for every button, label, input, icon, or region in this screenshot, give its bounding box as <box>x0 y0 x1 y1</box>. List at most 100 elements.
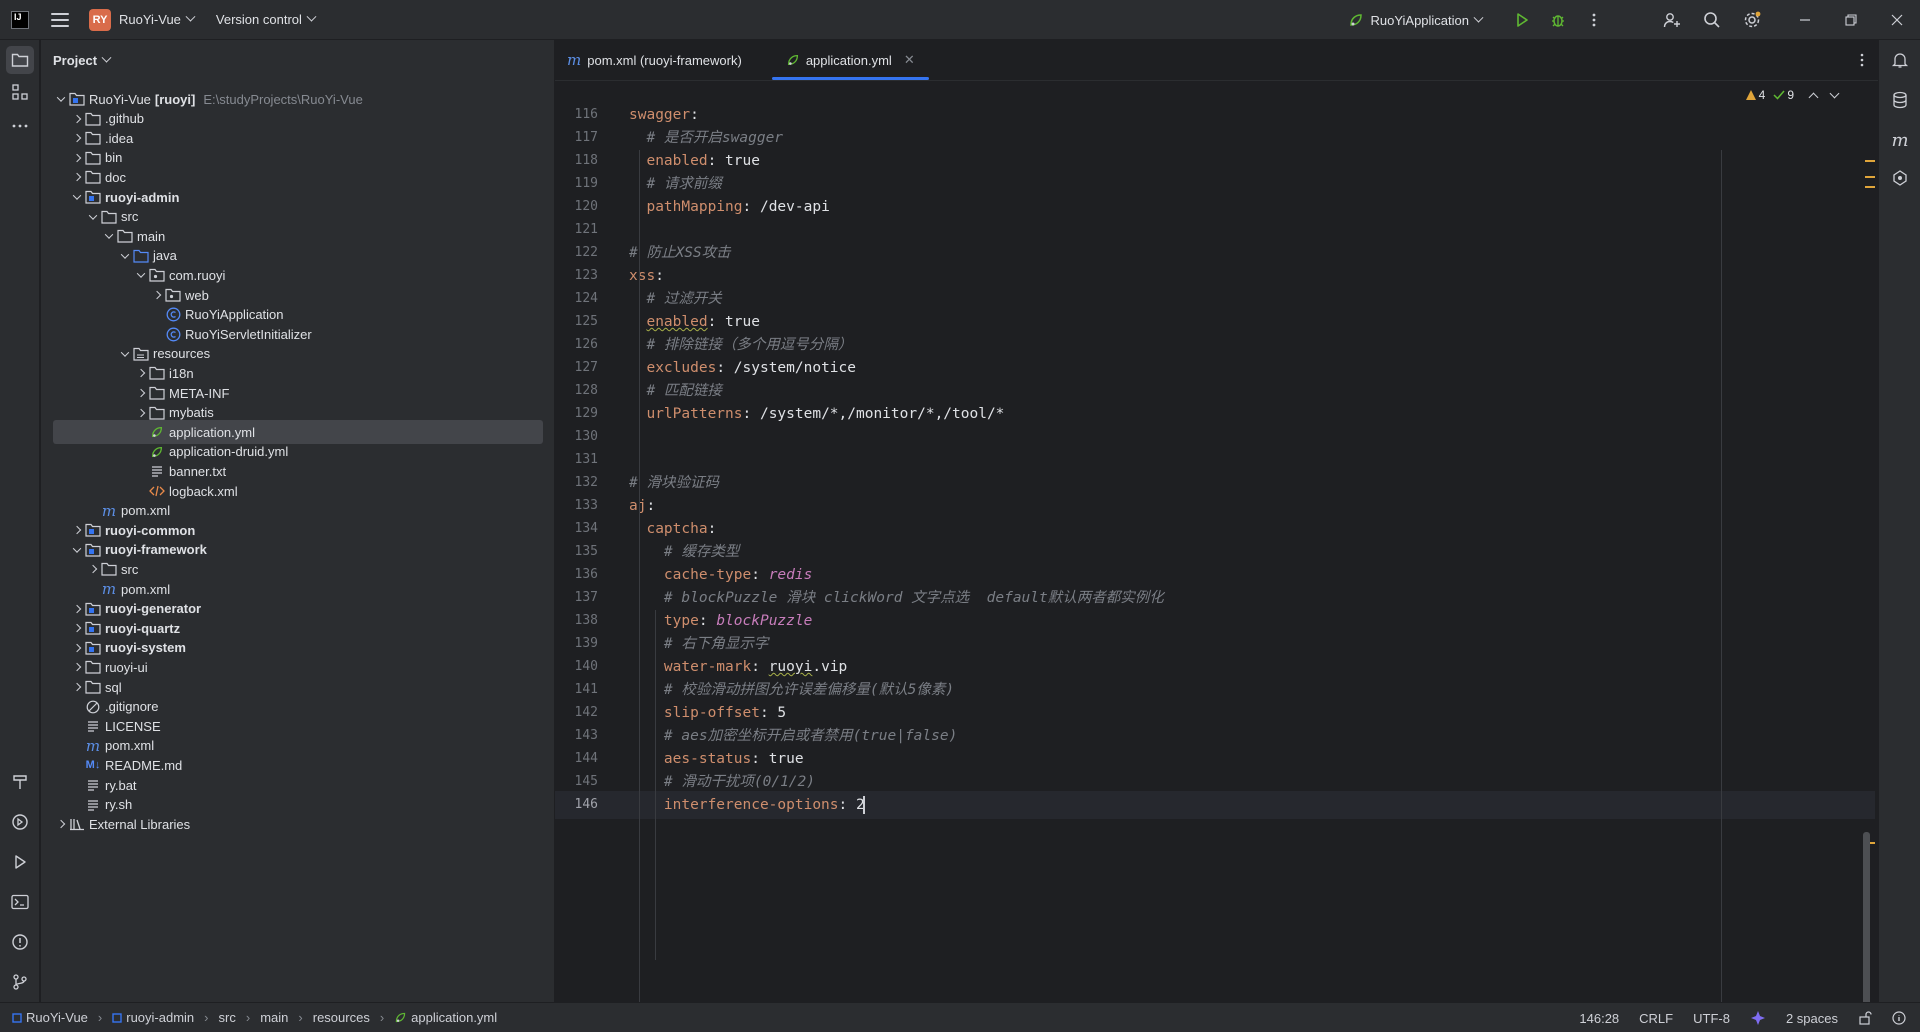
chevron-right-icon[interactable] <box>69 169 85 185</box>
chevron-down-icon[interactable] <box>85 209 101 225</box>
close-tab-icon[interactable]: ✕ <box>904 52 915 68</box>
git-tool-button[interactable] <box>6 968 34 996</box>
code-line[interactable]: pathMapping: /dev-api <box>629 193 829 221</box>
more-actions-button[interactable] <box>1576 0 1612 40</box>
tree-item-label: .github <box>105 111 145 127</box>
warning-marker[interactable] <box>1865 186 1875 188</box>
ai-status-button[interactable] <box>1740 1010 1776 1026</box>
tab-pom-xml[interactable]: m pom.xml (ruoyi-framework) <box>555 40 772 80</box>
database-button[interactable] <box>1886 86 1914 114</box>
tree-item[interactable]: External Libraries <box>41 812 543 836</box>
folder-icon <box>149 385 165 401</box>
warning-marker[interactable] <box>1865 176 1875 178</box>
chevron-right-icon[interactable] <box>69 659 85 675</box>
crumb-resources[interactable]: resources <box>313 1010 370 1025</box>
tree-item-label: web <box>185 287 209 303</box>
crumb-main[interactable]: main <box>260 1010 288 1025</box>
chevron-right-icon[interactable] <box>149 287 165 303</box>
crumb-file[interactable]: application.yml <box>394 1010 497 1025</box>
chevron-right-icon[interactable] <box>133 405 149 421</box>
text-caret <box>862 796 865 814</box>
tab-actions-button[interactable] <box>1854 40 1870 80</box>
maven-button[interactable]: m <box>1886 126 1914 154</box>
yaml-spring-icon <box>395 1012 406 1023</box>
indent-setting[interactable]: 2 spaces <box>1776 1011 1848 1026</box>
chevron-down-icon[interactable] <box>117 248 133 264</box>
ai-assistant-icon <box>1893 170 1907 186</box>
more-vertical-icon <box>1860 53 1864 67</box>
chevron-right-icon: › <box>204 1010 209 1025</box>
crumb-module[interactable]: ruoyi-admin <box>112 1010 194 1025</box>
notifications-button[interactable] <box>1886 46 1914 74</box>
chevron-right-icon[interactable] <box>133 385 149 401</box>
maven-icon: m <box>85 736 101 755</box>
chevron-down-icon[interactable] <box>133 267 149 283</box>
chevron-right-icon[interactable] <box>69 620 85 636</box>
main-menu-icon[interactable] <box>51 12 69 27</box>
services-tool-button[interactable] <box>6 808 34 836</box>
vcs-menu[interactable]: Version control <box>216 11 317 27</box>
chevron-down-icon[interactable] <box>117 346 133 362</box>
build-tool-button[interactable] <box>6 768 34 796</box>
restore-button[interactable] <box>1828 0 1874 40</box>
read-only-toggle[interactable] <box>1848 1011 1882 1025</box>
run-config-selector[interactable]: RuoYiApplication <box>1348 12 1484 28</box>
chevron-right-icon[interactable] <box>69 601 85 617</box>
problems-tool-button[interactable] <box>6 928 34 956</box>
line-separator[interactable]: CRLF <box>1629 1011 1683 1026</box>
terminal-tool-button[interactable] <box>6 888 34 916</box>
chevron-down-icon[interactable] <box>69 189 85 205</box>
run-tool-button[interactable] <box>6 848 34 876</box>
tree-item-label: ruoyi-ui <box>105 659 148 675</box>
folder-icon <box>149 405 165 421</box>
chevron-right-icon[interactable] <box>53 816 69 832</box>
ai-assistant-button[interactable] <box>1886 164 1914 192</box>
chevron-right-icon[interactable] <box>69 679 85 695</box>
tree-item-label: RuoYiServletInitializer <box>185 326 312 342</box>
search-everywhere-button[interactable] <box>1692 0 1732 40</box>
module-icon <box>85 189 101 205</box>
module-icon <box>112 1012 122 1023</box>
settings-button[interactable] <box>1732 0 1772 40</box>
editor-scrollbar[interactable] <box>1863 832 1870 1022</box>
code-editor[interactable]: swagger: # 是否开启swagger enabled: true # 请… <box>629 81 1868 1002</box>
file-encoding[interactable]: UTF-8 <box>1683 1011 1740 1026</box>
code-line[interactable]: interference-options: 2 <box>629 791 865 819</box>
tab-application-yml[interactable]: application.yml ✕ <box>771 40 929 80</box>
chevron-right-icon[interactable] <box>69 522 85 538</box>
chevron-right-icon[interactable] <box>85 561 101 577</box>
warning-marker[interactable] <box>1865 160 1875 162</box>
close-window-button[interactable] <box>1874 0 1920 40</box>
tree-item-label: ruoyi-admin <box>105 189 180 205</box>
code-with-me-button[interactable] <box>1652 0 1692 40</box>
database-icon <box>1893 91 1907 109</box>
run-config-name: RuoYiApplication <box>1370 12 1469 28</box>
chevron-down-icon[interactable] <box>101 228 117 244</box>
caret-position[interactable]: 146:28 <box>1569 1011 1629 1026</box>
tree-item-label: RuoYiApplication <box>185 307 284 323</box>
chevron-right-icon[interactable] <box>69 130 85 146</box>
project-switcher[interactable]: RuoYi-Vue <box>119 11 196 27</box>
chevron-down-icon[interactable] <box>69 542 85 558</box>
chevron-right-icon[interactable] <box>133 365 149 381</box>
structure-tool-button[interactable] <box>6 78 34 106</box>
run-button[interactable] <box>1504 0 1540 40</box>
chevron-right-icon[interactable] <box>69 640 85 656</box>
debug-icon <box>1552 15 1564 27</box>
event-log-button[interactable] <box>1882 1011 1910 1025</box>
project-panel-header[interactable]: Project <box>41 40 554 80</box>
text-icon <box>85 718 101 734</box>
crumb-project[interactable]: RuoYi-Vue <box>12 1010 88 1025</box>
minimize-button[interactable] <box>1782 0 1828 40</box>
debug-button[interactable] <box>1540 0 1576 40</box>
tree-item-label: pom.xml <box>121 503 171 519</box>
crumb-src[interactable]: src <box>219 1010 236 1025</box>
expand-arrow-icon[interactable] <box>53 91 69 107</box>
project-tool-button[interactable] <box>6 46 34 74</box>
more-tools-button[interactable] <box>6 112 34 140</box>
chevron-right-icon[interactable] <box>69 150 85 166</box>
chevron-right-icon[interactable] <box>69 111 85 127</box>
folder-icon <box>85 150 101 166</box>
code-line[interactable]: urlPatterns: /system/*,/monitor/*,/tool/… <box>629 400 1004 428</box>
